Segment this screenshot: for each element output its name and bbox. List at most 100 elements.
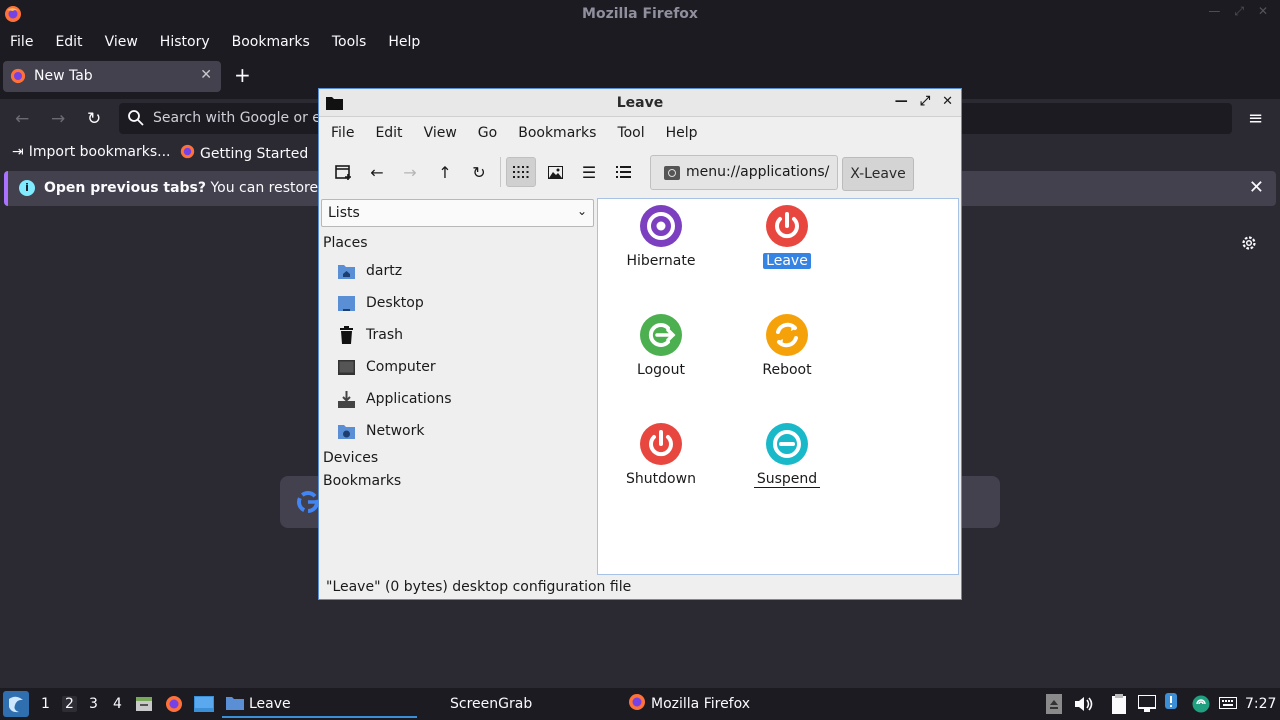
clock[interactable]: 7:27 <box>1245 696 1276 712</box>
network-manager-icon[interactable] <box>1192 695 1210 717</box>
menu-tool[interactable]: Tool <box>617 125 644 141</box>
file-item-hibernate[interactable]: Hibernate <box>606 205 716 269</box>
menu-help[interactable]: Help <box>666 125 698 141</box>
menu-history[interactable]: History <box>160 34 210 50</box>
status-bar: "Leave" (0 bytes) desktop configuration … <box>319 577 961 599</box>
bookmark-import[interactable]: ⇥ Import bookmarks... <box>12 144 171 160</box>
lubuntu-logo-icon <box>9 696 23 713</box>
sidebar-item-applications[interactable]: Applications <box>337 387 452 411</box>
toolbar-separator <box>500 157 501 187</box>
firefox-menubar: File Edit View History Bookmarks Tools H… <box>0 28 1280 55</box>
sidebar-item-computer[interactable]: Computer <box>337 355 436 379</box>
menu-edit[interactable]: Edit <box>55 34 82 50</box>
menu-view[interactable]: View <box>424 125 457 141</box>
close-button[interactable]: ✕ <box>942 94 953 109</box>
taskbar: 1 2 3 4 Leave ScreenGrab Mozilla Firefox <box>0 688 1280 720</box>
firefox-launcher-icon[interactable] <box>165 695 183 717</box>
file-item-logout[interactable]: Logout <box>606 314 716 378</box>
workspace-4[interactable]: 4 <box>113 696 122 712</box>
file-item-suspend[interactable]: Suspend <box>732 423 842 488</box>
sidebar-item-network[interactable]: Network <box>337 419 424 443</box>
task-mozilla-firefox[interactable]: Mozilla Firefox <box>628 688 750 720</box>
file-view[interactable]: Hibernate Leave Logout Reboot Shutdown S… <box>597 198 959 575</box>
sidebar-item-trash[interactable]: Trash <box>337 323 403 347</box>
eject-icon[interactable] <box>1045 694 1063 718</box>
menu-help[interactable]: Help <box>388 34 420 50</box>
workspace-1[interactable]: 1 <box>41 696 50 712</box>
firefox-titlebar: Mozilla Firefox — ⤢ ✕ <box>0 0 1280 28</box>
network-folder-icon <box>337 422 356 441</box>
icon-view-icon[interactable] <box>506 157 536 187</box>
tab-new-tab[interactable]: New Tab ✕ <box>3 61 221 92</box>
sidebar-item-dartz[interactable]: dartz <box>337 259 402 283</box>
bookmark-getting-started[interactable]: Getting Started <box>180 144 308 163</box>
forward-icon[interactable]: → <box>395 157 425 187</box>
notification-text: Open previous tabs? You can restore y <box>44 180 331 196</box>
menu-edit[interactable]: Edit <box>375 125 402 141</box>
workspace-2[interactable]: 2 <box>62 696 77 712</box>
window-controls: — ⤢ ✕ <box>895 94 953 109</box>
detailed-list-view-icon[interactable] <box>608 157 638 187</box>
forward-button[interactable]: → <box>51 109 65 129</box>
bookmarks-heading[interactable]: Bookmarks <box>323 473 401 489</box>
reload-icon[interactable]: ↻ <box>464 157 494 187</box>
minimize-button[interactable]: — <box>895 94 908 109</box>
start-menu-button[interactable] <box>3 691 29 717</box>
new-tab-button[interactable]: + <box>234 65 251 85</box>
file-item-leave[interactable]: Leave <box>732 205 842 269</box>
menu-tools[interactable]: Tools <box>332 34 367 50</box>
path-bar[interactable]: menu://applications/ <box>650 155 838 190</box>
menu-bookmarks[interactable]: Bookmarks <box>232 34 310 50</box>
compact-view-icon[interactable]: ☰ <box>574 157 604 187</box>
close-notification-icon[interactable]: ✕ <box>1249 177 1264 198</box>
minimize-button[interactable]: — <box>1208 4 1220 19</box>
gear-icon[interactable] <box>1240 234 1258 256</box>
close-tab-icon[interactable]: ✕ <box>200 67 212 83</box>
menu-view[interactable]: View <box>105 34 138 50</box>
places-heading[interactable]: Places <box>323 235 368 251</box>
task-screengrab[interactable]: ScreenGrab <box>450 688 532 720</box>
update-notifier-icon[interactable] <box>1163 693 1179 717</box>
firefox-icon <box>10 68 26 88</box>
home-folder-icon <box>337 262 356 281</box>
back-icon[interactable]: ← <box>362 157 392 187</box>
devices-heading[interactable]: Devices <box>323 450 378 466</box>
firefox-icon <box>180 144 195 163</box>
hamburger-menu-icon[interactable]: ≡ <box>1248 108 1263 129</box>
menu-file[interactable]: File <box>331 125 354 141</box>
clipboard-icon[interactable] <box>1111 694 1127 718</box>
side-pane: Lists ⌄ Places dartz Desktop Trash Compu… <box>319 197 597 575</box>
maximize-button[interactable]: ⤢ <box>1234 4 1244 19</box>
sidebar-item-desktop[interactable]: Desktop <box>337 291 424 315</box>
breadcrumb-button[interactable]: X-Leave <box>842 157 914 191</box>
tab-label: New Tab <box>34 68 93 84</box>
keyboard-icon[interactable] <box>1219 697 1237 713</box>
thumbnail-view-icon[interactable] <box>540 157 570 187</box>
menu-bookmarks[interactable]: Bookmarks <box>518 125 596 141</box>
show-desktop-icon[interactable] <box>194 696 214 716</box>
side-pane-mode-select[interactable]: Lists ⌄ <box>321 199 594 227</box>
display-icon[interactable] <box>1137 694 1157 716</box>
reload-button[interactable]: ↻ <box>87 109 101 129</box>
file-item-shutdown[interactable]: Shutdown <box>606 423 716 487</box>
window-controls: — ⤢ ✕ <box>1208 4 1268 19</box>
menu-file[interactable]: File <box>10 34 33 50</box>
url-placeholder: Search with Google or e <box>153 110 321 126</box>
import-icon: ⇥ <box>12 144 24 160</box>
close-button[interactable]: ✕ <box>1258 4 1268 19</box>
new-tab-icon[interactable] <box>328 157 358 187</box>
workspace-3[interactable]: 3 <box>89 696 98 712</box>
logout-icon <box>640 314 682 356</box>
file-item-reboot[interactable]: Reboot <box>732 314 842 378</box>
computer-icon <box>337 358 356 377</box>
up-icon[interactable]: ↑ <box>430 157 460 187</box>
menu-go[interactable]: Go <box>478 125 497 141</box>
power-icon <box>766 205 808 247</box>
file-manager-launcher-icon[interactable] <box>135 695 153 717</box>
maximize-button[interactable]: ⤢ <box>920 94 930 109</box>
drive-icon <box>664 166 680 180</box>
volume-icon[interactable] <box>1073 695 1093 717</box>
google-icon <box>296 490 320 518</box>
file-manager-titlebar: Leave — ⤢ ✕ <box>319 89 961 117</box>
back-button[interactable]: ← <box>15 109 29 129</box>
